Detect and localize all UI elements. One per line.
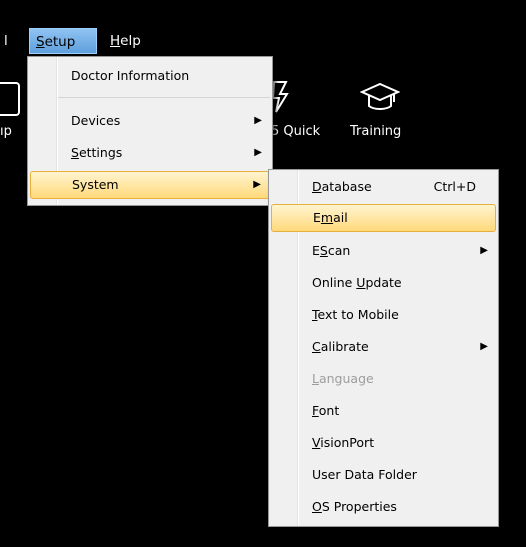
language-rest: anguage [318,371,374,386]
setup-rest: etup [44,34,76,50]
escan-rest: can [327,243,351,258]
graduation-cap-icon[interactable] [359,80,401,117]
help-mnemonic: H [110,33,121,49]
menu-item-os-properties[interactable]: OS Properties [271,493,496,521]
lightning-icon[interactable] [270,80,290,117]
database-mnemonic: D [312,179,322,194]
submenu-arrow-icon: ▶ [254,115,262,126]
system-menu: Database Ctrl+D Email EScan ▶ Online Updat… [268,169,499,527]
menubar-setup[interactable]: Setup [29,28,97,54]
email-mnemonic: m [320,210,334,225]
database-rest: atabase [321,179,372,194]
devices-label: Devices [71,113,121,128]
doctor-information-label: Doctor Information [71,68,190,83]
setup-menu-separator [58,97,270,98]
setup-mnemonic: S [36,34,45,50]
os-properties-mnemonic: O [312,499,322,514]
email-prefix: E [313,210,321,225]
device-icon[interactable] [0,82,20,116]
system-label: System [72,177,119,192]
menu-item-database[interactable]: Database Ctrl+D [271,173,496,201]
menubar-tools-partial[interactable]: l [0,28,14,54]
menu-item-escan[interactable]: EScan ▶ [271,237,496,265]
menu-item-text-to-mobile[interactable]: Text to Mobile [271,301,496,329]
online-update-prefix: Online [312,275,357,290]
menu-item-doctor-information[interactable]: Doctor Information [30,62,270,90]
menu-item-calibrate[interactable]: Calibrate ▶ [271,333,496,361]
email-rest: ail [333,210,348,225]
toolbar-training-label[interactable]: Training [350,124,401,139]
submenu-arrow-icon: ▶ [254,147,262,158]
menu-item-devices[interactable]: Devices ▶ [30,107,270,135]
submenu-arrow-icon: ▶ [480,341,488,352]
toolbar-quick-label[interactable]: 5 Quick [271,124,320,139]
menu-item-font[interactable]: Font [271,397,496,425]
calibrate-mnemonic: C [312,339,321,354]
help-rest: elp [120,33,141,49]
online-update-rest: pdate [365,275,402,290]
menu-item-language: Language [271,365,496,393]
settings-mnemonic: S [71,145,79,160]
menubar-help[interactable]: Help [104,28,147,54]
font-mnemonic: F [312,403,319,418]
menu-item-user-data-folder[interactable]: User Data Folder [271,461,496,489]
menu-item-email[interactable]: Email [271,204,496,232]
escan-prefix: E [312,243,320,258]
setup-menu: Doctor Information Devices ▶ Settings ▶ Sy… [27,56,273,206]
submenu-arrow-icon: ▶ [253,179,261,190]
menu-item-online-update[interactable]: Online Update [271,269,496,297]
menubar-tools-label: l [4,33,8,49]
menu-item-settings[interactable]: Settings ▶ [30,139,270,167]
language-mnemonic: L [312,371,319,386]
menu-item-system[interactable]: System ▶ [30,171,270,199]
os-properties-rest: S Properties [321,499,397,514]
font-rest: ont [318,403,340,418]
database-shortcut: Ctrl+D [433,179,476,194]
escan-mnemonic: S [319,243,328,258]
calibrate-rest: alibrate [320,339,369,354]
settings-rest: ettings [78,145,123,160]
toolbar-left-label: ıp [0,124,12,139]
user-data-folder-label: User Data Folder [312,467,417,482]
visionport-rest: isionPort [320,435,375,450]
text-to-mobile-rest: ext to Mobile [317,307,399,322]
menu-item-visionport[interactable]: VisionPort [271,429,496,457]
submenu-arrow-icon: ▶ [480,245,488,256]
